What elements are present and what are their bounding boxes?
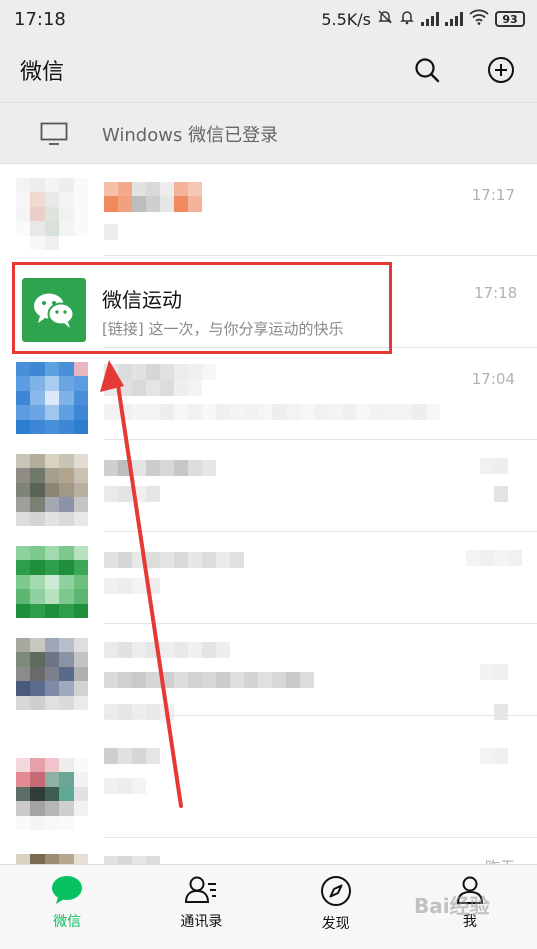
blurred-name [104,460,216,476]
blurred-message [104,486,160,502]
blurred-badge [494,486,508,502]
tab-discover[interactable]: 发现 [269,865,403,949]
blurred-message [104,704,174,720]
blurred-message [104,224,118,240]
blurred-message [104,404,440,420]
wechat-sport-avatar [22,278,86,342]
chat-time: 17:17 [471,186,515,204]
blurred-name [104,196,202,212]
avatar [16,178,88,250]
blurred-time [480,664,508,680]
signal-icon [421,12,439,26]
chat-time: 17:04 [471,370,515,388]
status-indicators: 5.5K/s 93 [321,9,525,29]
avatar [16,758,88,830]
chat-row[interactable] [0,744,537,838]
avatar [16,854,88,864]
blurred-name [104,552,244,568]
blurred-name [104,380,202,396]
wechat-logo-icon [34,293,75,328]
blurred-time [480,748,508,764]
chat-row[interactable]: 昨天 [0,838,537,864]
blurred-name [104,748,160,764]
battery-icon: 93 [495,11,525,27]
blurred-badge [494,704,508,720]
chat-time: 昨天 [485,856,515,864]
chat-row[interactable]: 17:04 [0,348,537,440]
monitor-icon [40,122,68,150]
search-icon[interactable] [411,54,443,86]
chat-row[interactable] [0,532,537,624]
chat-bubble-icon [52,876,83,904]
chat-time: 17:18 [474,284,518,302]
tab-label: 通讯录 [180,914,223,930]
chat-last-message: [链接] 这一次，与你分享运动的快乐 [102,320,344,338]
tab-chats[interactable]: 微信 [0,865,134,949]
blurred-name [104,364,216,380]
avatar [16,362,88,434]
avatar [16,454,88,526]
compass-icon [320,876,351,906]
wifi-icon [469,9,489,29]
blurred-message [104,778,146,794]
contacts-icon [185,876,217,903]
blurred-message [104,578,160,594]
chat-row[interactable] [0,624,537,720]
signal-icon [445,12,463,26]
status-time: 17:18 [14,8,66,30]
chat-row[interactable]: 17:17 [0,164,537,256]
blurred-time [466,550,522,566]
status-bar: 17:18 5.5K/s 93 [0,0,537,38]
blurred-name [104,672,314,688]
chat-list: 17:17 17:04 [0,164,537,864]
tab-label: 发现 [321,916,350,932]
tab-label: 微信 [53,914,82,930]
tab-contacts[interactable]: 通讯录 [134,865,268,949]
chat-name: 微信运动 [102,288,182,312]
blurred-name [104,856,160,864]
mute-bell-icon [377,9,393,29]
chat-row[interactable] [0,440,537,532]
plus-circle-icon[interactable] [485,54,517,86]
alarm-bell-icon [399,9,415,29]
blurred-name [104,642,230,658]
app-header: 微信 [0,38,537,102]
avatar [16,638,88,710]
page-title: 微信 [20,60,65,85]
avatar [16,546,88,618]
windows-login-notice[interactable]: Windows 微信已登录 [0,102,537,164]
login-notice-text: Windows 微信已登录 [102,125,279,146]
net-speed: 5.5K/s [321,9,371,29]
blurred-time [480,458,508,474]
watermark: Bai经验 [414,894,490,918]
